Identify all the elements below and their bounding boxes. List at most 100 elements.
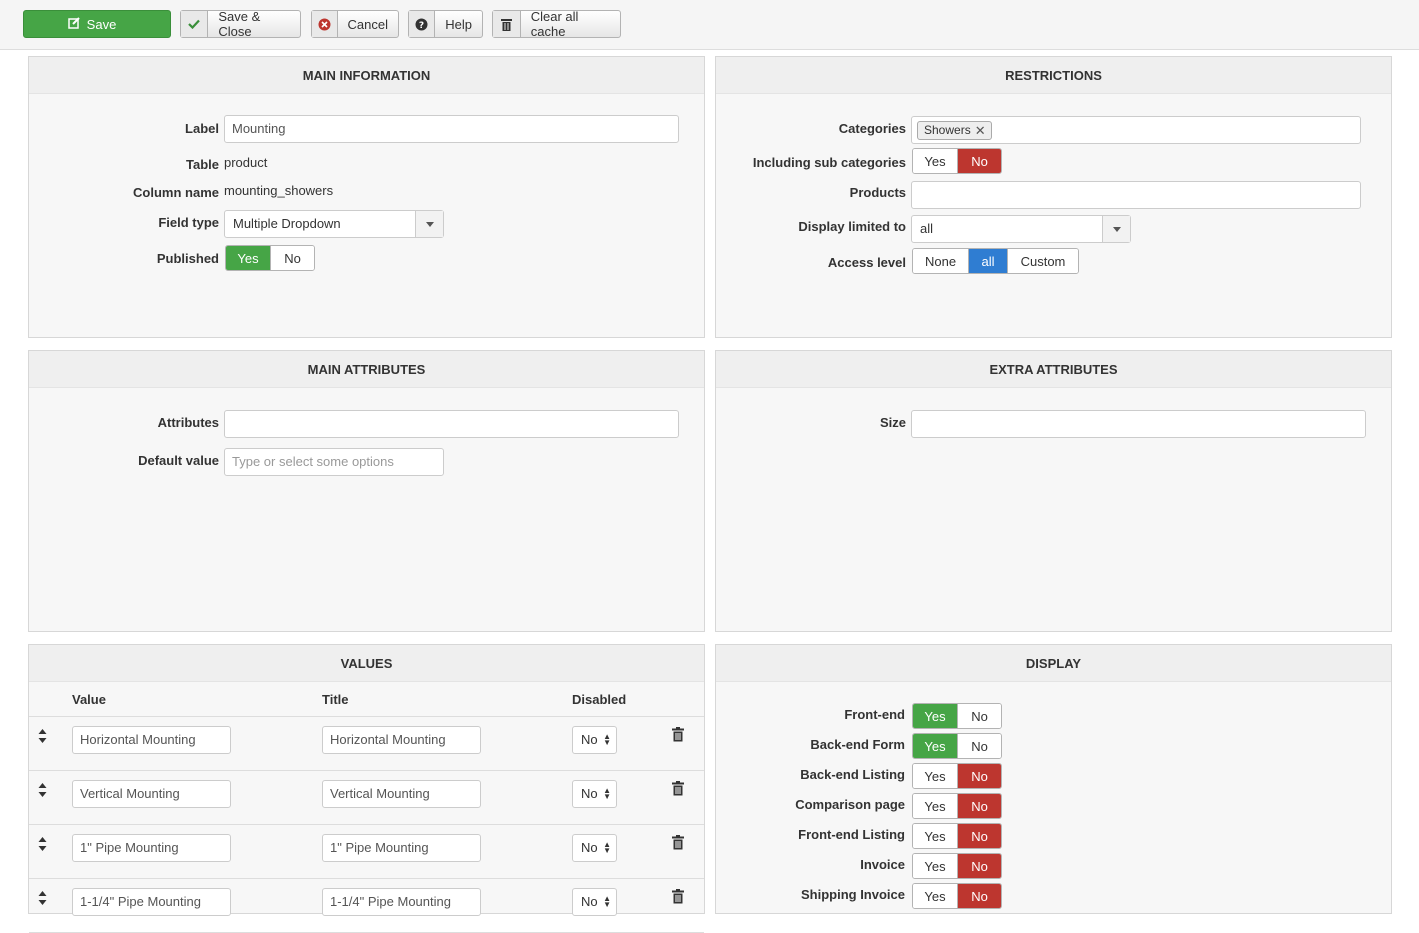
display-row-label: Front-end <box>844 707 905 722</box>
disabled-select[interactable]: No ▲ ▼ <box>572 726 617 754</box>
display-row: Back-end Form Yes No <box>716 733 1391 763</box>
chevron-down-icon <box>1102 216 1130 242</box>
display-row-label: Comparison page <box>795 797 905 812</box>
display-yes[interactable]: Yes <box>913 824 958 848</box>
access-custom[interactable]: Custom <box>1008 249 1078 273</box>
drag-handle-icon[interactable] <box>38 783 47 800</box>
access-level-toggle: None all Custom <box>912 248 1079 274</box>
trash-icon[interactable] <box>672 727 684 745</box>
clear-cache-label: Clear all cache <box>530 9 579 39</box>
field-type-row: Field type Multiple Dropdown <box>29 210 704 241</box>
access-all[interactable]: all <box>969 249 1008 273</box>
display-panel: DISPLAY Front-end Yes No Back-end Form Yes No… <box>715 644 1392 914</box>
display-row: Comparison page Yes No <box>716 793 1391 823</box>
label-row: Label Mounting <box>29 115 704 147</box>
col-value: Value <box>72 692 106 707</box>
table-row: Horizontal Mounting Horizontal Mounting … <box>29 717 704 771</box>
access-none[interactable]: None <box>913 249 969 273</box>
sub-categories-no[interactable]: No <box>958 149 1001 173</box>
cancel-label: Cancel <box>347 16 388 32</box>
display-yes[interactable]: Yes <box>913 854 958 878</box>
display-limited-select[interactable]: all <box>911 215 1131 243</box>
value-input[interactable]: 1-1/4" Pipe Mounting <box>72 888 231 916</box>
display-no[interactable]: No <box>958 704 1001 728</box>
display-no[interactable]: No <box>958 854 1001 878</box>
published-yes[interactable]: Yes <box>226 246 271 270</box>
display-yes[interactable]: Yes <box>913 794 958 818</box>
clear-cache-button[interactable]: Clear all cache <box>492 9 621 39</box>
title-input[interactable]: 1" Pipe Mounting <box>322 834 481 862</box>
label-label: Label <box>185 121 219 136</box>
default-value-input[interactable]: Type or select some options <box>224 448 444 476</box>
save-button[interactable]: Save <box>23 10 171 38</box>
size-input[interactable] <box>911 410 1366 438</box>
trash-icon[interactable] <box>672 781 684 799</box>
col-disabled: Disabled <box>572 692 627 707</box>
drag-handle-icon[interactable] <box>38 837 47 854</box>
cancel-icon <box>312 11 338 37</box>
drag-handle-icon[interactable] <box>38 729 47 746</box>
display-row: Back-end Listing Yes No <box>716 763 1391 793</box>
remove-tag-icon[interactable]: ✕ <box>975 122 986 139</box>
display-no[interactable]: No <box>958 734 1001 758</box>
title-input[interactable]: Horizontal Mounting <box>322 726 481 754</box>
toolbar: Save Save & Close Cancel ? Help Clear al… <box>0 0 1419 50</box>
chevron-down-icon <box>415 211 443 237</box>
display-row: Front-end Yes No <box>716 703 1391 733</box>
display-yes[interactable]: Yes <box>913 704 958 728</box>
value-input[interactable]: Vertical Mounting <box>72 780 231 808</box>
display-title: DISPLAY <box>716 645 1391 682</box>
disabled-value: No <box>581 786 598 801</box>
disabled-select[interactable]: No ▲ ▼ <box>572 834 617 862</box>
products-input[interactable] <box>911 181 1361 209</box>
sub-categories-row: Including sub categories Yes No <box>716 148 1391 181</box>
trash-icon[interactable] <box>672 889 684 907</box>
table-row: Table product <box>29 155 704 183</box>
drag-handle-icon[interactable] <box>38 891 47 908</box>
label-input[interactable]: Mounting <box>224 115 679 143</box>
table-row: 1-1/4" Pipe Mounting 1-1/4" Pipe Mountin… <box>29 879 704 933</box>
display-yes[interactable]: Yes <box>913 884 958 908</box>
display-row-label: Shipping Invoice <box>800 887 905 902</box>
restrictions-panel: RESTRICTIONS Categories Showers ✕ Includ… <box>715 56 1392 338</box>
attributes-input[interactable] <box>224 410 679 438</box>
field-type-select[interactable]: Multiple Dropdown <box>224 210 444 238</box>
main-information-panel: MAIN INFORMATION Label Mounting Table pr… <box>28 56 705 338</box>
display-no[interactable]: No <box>958 794 1001 818</box>
help-button[interactable]: ? Help <box>408 10 483 38</box>
display-no[interactable]: No <box>958 764 1001 788</box>
display-no[interactable]: No <box>958 884 1001 908</box>
extra-attributes-title: EXTRA ATTRIBUTES <box>716 351 1391 388</box>
display-toggle: Yes No <box>912 823 1002 849</box>
table-label: Table <box>186 157 219 172</box>
categories-input[interactable]: Showers ✕ <box>911 116 1361 144</box>
disabled-value: No <box>581 732 598 747</box>
default-value-row: Default value Type or select some option… <box>29 448 704 479</box>
disabled-select[interactable]: No ▲ ▼ <box>572 888 617 916</box>
display-limited-label: Display limited to <box>798 219 906 234</box>
values-panel: VALUES Value Title Disabled Horizontal M… <box>28 644 705 933</box>
display-yes[interactable]: Yes <box>913 764 958 788</box>
display-yes[interactable]: Yes <box>913 734 958 758</box>
cancel-button[interactable]: Cancel <box>311 10 399 38</box>
table-row: 1" Pipe Mounting 1" Pipe Mounting No ▲ ▼ <box>29 825 704 879</box>
value-input[interactable]: 1" Pipe Mounting <box>72 834 231 862</box>
updown-icon: ▲ ▼ <box>603 840 611 855</box>
save-close-button[interactable]: Save & Close <box>180 9 301 39</box>
disabled-select[interactable]: No ▲ ▼ <box>572 780 617 808</box>
title-input[interactable]: Vertical Mounting <box>322 780 481 808</box>
title-input[interactable]: 1-1/4" Pipe Mounting <box>322 888 481 916</box>
main-information-title: MAIN INFORMATION <box>29 57 704 94</box>
values-title: VALUES <box>29 645 704 682</box>
category-tag: Showers ✕ <box>917 121 992 140</box>
categories-row: Categories Showers ✕ <box>716 116 1391 147</box>
display-no[interactable]: No <box>958 824 1001 848</box>
restrictions-title: RESTRICTIONS <box>716 57 1391 94</box>
display-toggle: Yes No <box>912 793 1002 819</box>
display-toggle: Yes No <box>912 883 1002 909</box>
sub-categories-yes[interactable]: Yes <box>913 149 958 173</box>
updown-icon: ▲ ▼ <box>603 894 611 909</box>
trash-icon[interactable] <box>672 835 684 853</box>
value-input[interactable]: Horizontal Mounting <box>72 726 231 754</box>
published-no[interactable]: No <box>271 246 314 270</box>
